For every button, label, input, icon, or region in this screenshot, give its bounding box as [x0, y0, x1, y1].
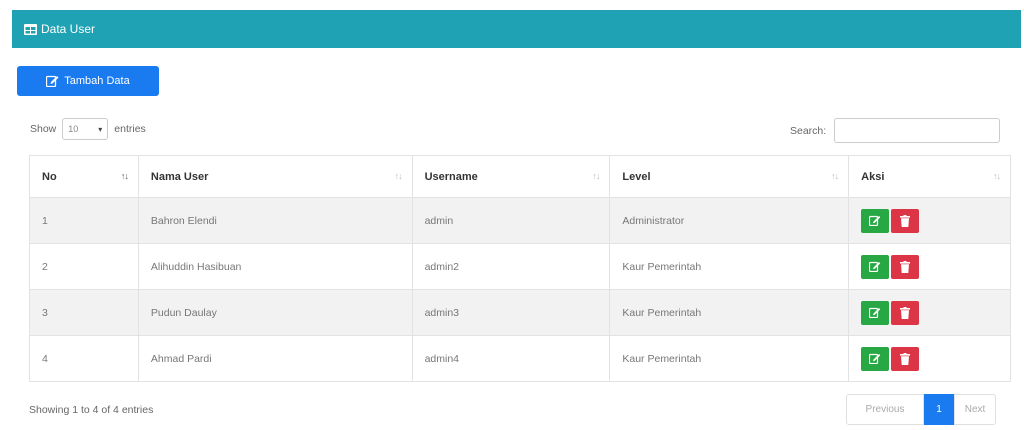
cell-nama-user: Ahmad Pardi [137, 335, 413, 382]
entries-select-value: 10 [68, 124, 79, 134]
edit-icon [869, 215, 881, 226]
cell-no: 3 [29, 289, 139, 336]
table-row: 1 Bahron Elendi admin Administrator [29, 197, 1011, 244]
delete-button[interactable] [891, 300, 920, 325]
entries-length: Show 10 ▾ entries [30, 118, 146, 140]
trash-icon [900, 260, 911, 273]
edit-button[interactable] [861, 208, 890, 233]
previous-page-button[interactable]: Previous [846, 394, 924, 425]
pagination: Previous 1 Next [846, 394, 996, 425]
search-label: Search: [790, 124, 827, 137]
table-header-row: No ↑↓ Nama User ↑↓ Username ↑↓ Level ↑↓ Aksi… [29, 155, 1011, 198]
column-label: Aksi [861, 170, 885, 183]
entries-select[interactable]: 10 ▾ [62, 118, 109, 140]
search-input[interactable] [834, 118, 1001, 143]
table-row: 4 Ahmad Pardi admin4 Kaur Pemerintah [29, 335, 1011, 382]
sort-icon: ↑↓ [592, 171, 600, 181]
column-label: Level [622, 170, 651, 183]
column-label: Nama User [150, 170, 209, 183]
edit-button[interactable] [861, 254, 890, 279]
tambah-data-button[interactable]: Tambah Data [17, 66, 159, 96]
entries-label: entries [114, 123, 146, 135]
trash-icon [900, 214, 911, 227]
sort-icon: ↑↓ [831, 171, 839, 181]
table-row: 2 Alihuddin Hasibuan admin2 Kaur Pemerin… [29, 243, 1011, 290]
cell-level: Kaur Pemerintah [609, 243, 850, 290]
card-title: Data User [41, 22, 96, 36]
cell-username: admin2 [411, 243, 611, 290]
next-page-button[interactable]: Next [954, 394, 996, 425]
table-info: Showing 1 to 4 of 4 entries [29, 404, 154, 416]
edit-icon [46, 75, 59, 87]
sort-icon: ↑↓ [394, 171, 403, 181]
cell-nama-user: Pudun Daulay [137, 289, 413, 336]
delete-button[interactable] [891, 254, 920, 279]
cell-aksi [848, 243, 1011, 290]
page-1-button[interactable]: 1 [924, 394, 954, 425]
search-box: Search: [790, 118, 1001, 143]
delete-button[interactable] [891, 208, 920, 233]
edit-button[interactable] [861, 300, 890, 325]
edit-button[interactable] [861, 346, 890, 371]
edit-icon [869, 353, 881, 364]
cell-no: 1 [29, 197, 139, 244]
column-label: No [42, 170, 57, 183]
table-icon [24, 23, 37, 35]
cell-aksi [848, 289, 1011, 336]
user-table: No ↑↓ Nama User ↑↓ Username ↑↓ Level ↑↓ Aksi… [29, 155, 1011, 382]
delete-button[interactable] [891, 346, 920, 371]
cell-nama-user: Alihuddin Hasibuan [137, 243, 413, 290]
cell-level: Kaur Pemerintah [609, 289, 850, 336]
cell-aksi [848, 197, 1011, 244]
card-header: Data User [12, 10, 1021, 48]
chevron-updown-icon: ▾ [98, 124, 103, 134]
column-header-no[interactable]: No ↑↓ [29, 155, 139, 198]
cell-username: admin3 [411, 289, 611, 336]
trash-icon [900, 352, 911, 365]
cell-level: Administrator [609, 197, 850, 244]
cell-username: admin4 [411, 335, 611, 382]
column-header-nama-user[interactable]: Nama User ↑↓ [137, 155, 413, 198]
tambah-data-label: Tambah Data [64, 75, 130, 87]
cell-aksi [848, 335, 1011, 382]
trash-icon [900, 306, 911, 319]
sort-icon: ↑↓ [120, 171, 129, 181]
column-header-aksi[interactable]: Aksi ↑↓ [848, 155, 1011, 198]
cell-nama-user: Bahron Elendi [137, 197, 413, 244]
column-header-level[interactable]: Level ↑↓ [609, 155, 850, 198]
table-row: 3 Pudun Daulay admin3 Kaur Pemerintah [29, 289, 1011, 336]
cell-no: 4 [29, 335, 139, 382]
column-header-username[interactable]: Username ↑↓ [411, 155, 611, 198]
column-label: Username [424, 170, 478, 183]
cell-username: admin [411, 197, 611, 244]
show-label: Show [30, 123, 57, 135]
edit-icon [869, 307, 881, 318]
sort-icon: ↑↓ [993, 171, 1001, 181]
cell-level: Kaur Pemerintah [609, 335, 850, 382]
edit-icon [869, 261, 881, 272]
cell-no: 2 [29, 243, 139, 290]
